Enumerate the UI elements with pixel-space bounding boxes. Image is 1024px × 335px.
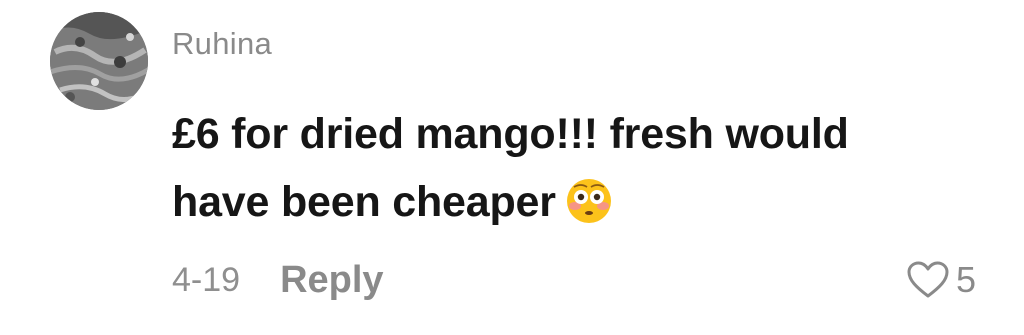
flushed-face-emoji-icon [566,176,612,244]
heart-icon[interactable] [906,260,950,300]
avatar[interactable] [50,12,148,110]
comment-text: £6 for dried mango!!! fresh would have b… [172,100,952,244]
comment-date: 4-19 [172,260,241,299]
like-button[interactable]: 5 [906,256,976,304]
reply-button[interactable]: Reply [280,259,383,302]
comment-text-line-1: £6 for dried mango!!! fresh would [172,110,849,158]
comment-text-line-2-wrapper: have been cheaper [172,168,952,244]
like-count: 5 [955,259,976,300]
comment-item: Ruhina £6 for dried mango!!! fresh would… [0,0,1024,335]
username[interactable]: Ruhina [172,26,272,62]
comment-meta-row: 4-19 Reply [172,252,384,308]
comment-text-line-2: have been cheaper [172,178,556,226]
